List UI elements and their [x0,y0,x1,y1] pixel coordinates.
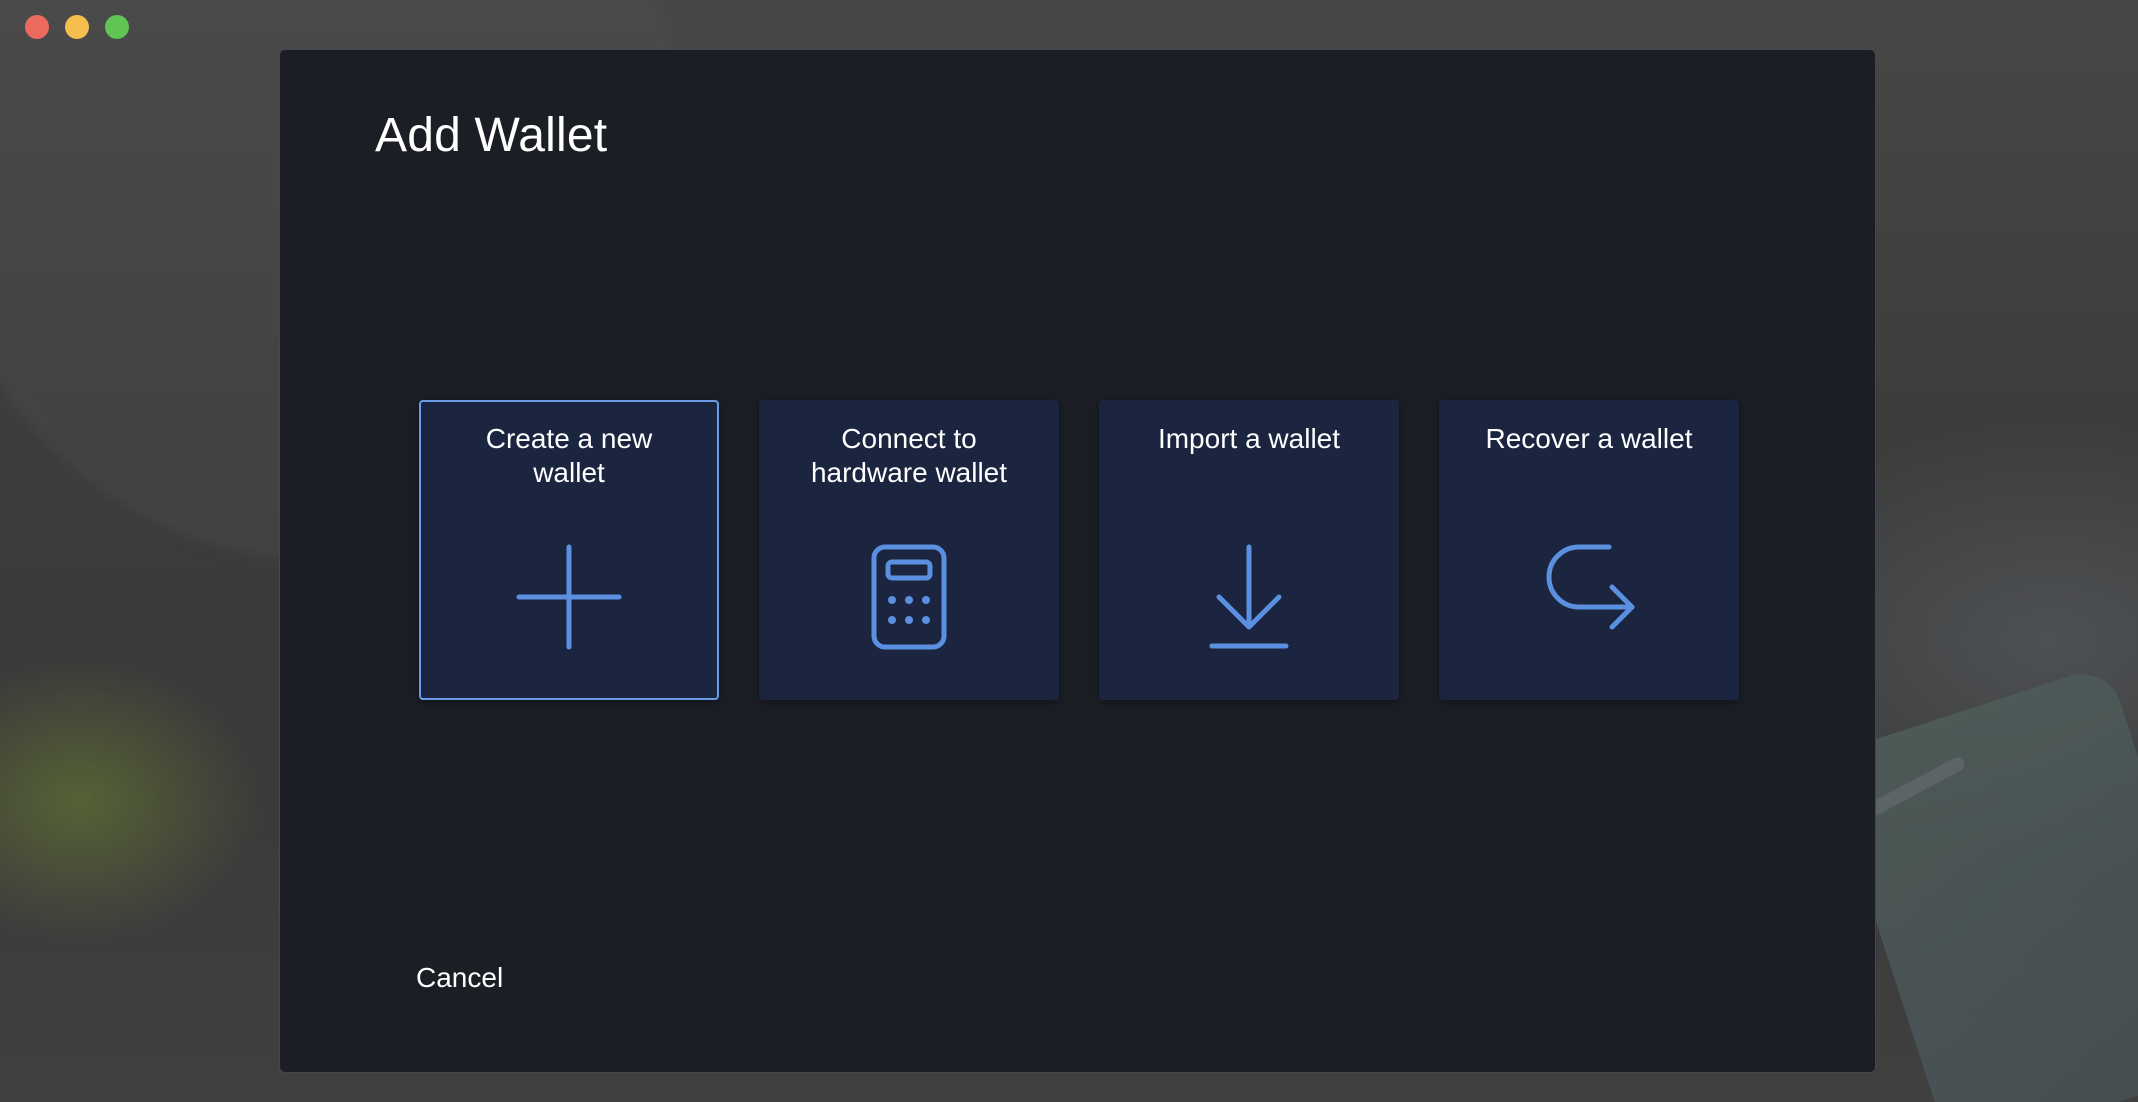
redo-arrow-icon [1534,542,1644,652]
card-label: Create a new wallet [485,423,653,488]
minimize-window-button[interactable] [65,15,89,39]
calculator-icon [854,542,964,652]
import-wallet-card[interactable]: Import a wallet [1099,400,1399,700]
create-wallet-card[interactable]: Create a new wallet [419,400,719,700]
card-label: Import a wallet [1157,423,1341,454]
download-icon [1194,542,1304,652]
dialog-title: Add Wallet [375,109,608,162]
recover-wallet-card[interactable]: Recover a wallet [1439,400,1739,700]
maximize-window-button[interactable] [105,15,129,39]
add-wallet-dialog: Add Wallet Create a new wallet Connect t… [279,49,1876,1073]
card-label: Connect to hardware wallet [810,423,1008,488]
close-window-button[interactable] [25,15,49,39]
window-controls [25,15,129,39]
card-label: Recover a wallet [1485,423,1693,454]
wallet-options: Create a new wallet Connect to hardware … [419,400,1739,700]
hardware-wallet-card[interactable]: Connect to hardware wallet [759,400,1059,700]
plus-icon [514,542,624,652]
cancel-button[interactable]: Cancel [416,962,503,994]
